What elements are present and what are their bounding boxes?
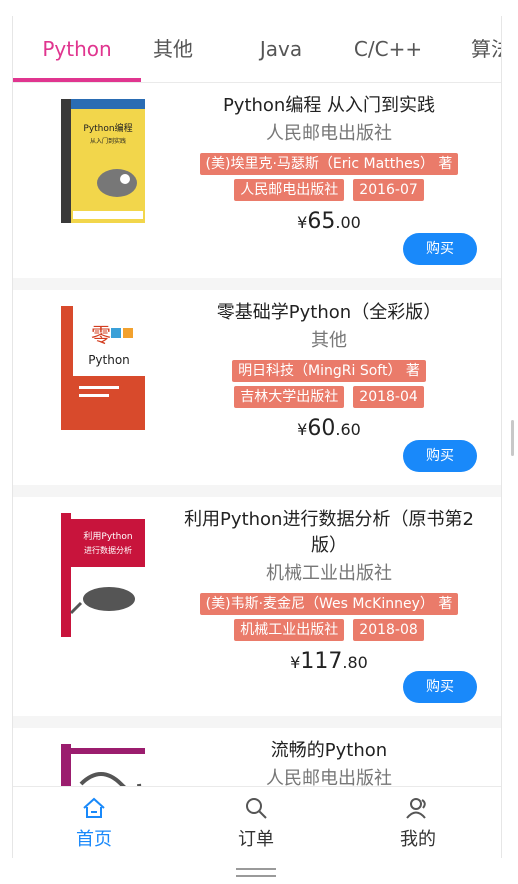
book-list[interactable]: Python编程 从入门到实践 Python编程 从入门到实践 人民邮电出版社 … [13,83,501,786]
app-frame: Python 其他 Java C/C++ 算法 Python编程 从入门到实践 [12,16,502,858]
svg-text:Python: Python [88,353,130,367]
nav-mine[interactable]: 我的 [337,787,499,858]
drag-handle-bottom[interactable] [236,875,276,877]
user-icon [406,798,426,819]
date-tag: 2018-08 [353,619,424,641]
book-cover-python-crash-course-icon: Python编程 从入门到实践 [61,99,145,223]
nav-mine-label: 我的 [400,829,436,850]
active-tab-indicator [13,78,141,82]
book-card: 利用Python 进行数据分析 利用Python进行数据分析（原书第2版） 机械… [13,497,501,716]
nav-orders[interactable]: 订单 [175,787,337,858]
book-publisher: 人民邮电出版社 [266,768,392,786]
tab-java[interactable]: Java [241,16,321,82]
author-tag: (美)韦斯·麦金尼（Wes McKinney） 著 [199,593,459,615]
drag-handle-top[interactable] [236,868,276,870]
tab-algorithm[interactable]: 算法 [471,16,501,82]
book-cover-python-data-analysis-icon: 利用Python 进行数据分析 [61,513,145,637]
tab-python[interactable]: Python [13,16,141,82]
author-tag: (美)埃里克·马瑟斯（Eric Matthes） 著 [199,153,459,175]
book-card: Python编程 从入门到实践 Python编程 从入门到实践 人民邮电出版社 … [13,83,501,278]
date-tag: 2018-04 [353,386,424,408]
svg-text:从入门到实践: 从入门到实践 [90,137,126,145]
buy-button[interactable]: 购买 [403,233,477,265]
publisher-tag: 人民邮电出版社 [234,179,345,201]
svg-text:利用Python: 利用Python [83,530,132,542]
tab-c-cpp[interactable]: C/C++ [343,16,433,82]
buy-button[interactable]: 购买 [403,440,477,472]
book-cover-image[interactable]: 零 Python [37,302,169,434]
nav-home-label: 首页 [76,829,112,850]
buy-button[interactable]: 购买 [403,671,477,703]
book-title: 流畅的Python [270,740,388,761]
book-card: 零 Python 零基础学Python（全彩版） 其他 明日科技（MingRi … [13,290,501,485]
home-icon [83,797,105,818]
book-cover-fluent-python-icon [61,744,145,786]
book-title: 利用Python进行数据分析（原书第2版） [184,509,474,556]
category-tabs: Python 其他 Java C/C++ 算法 [13,16,501,83]
book-publisher: 机械工业出版社 [266,563,392,584]
date-tag: 2016-07 [353,179,424,201]
book-publisher: 其他 [311,330,347,351]
book-publisher: 人民邮电出版社 [266,123,392,144]
book-tags: (美)埃里克·马瑟斯（Eric Matthes） 著 人民邮电出版社 2016-… [177,151,481,203]
publisher-tag: 吉林大学出版社 [234,386,345,408]
author-tag: 明日科技（MingRi Soft） 著 [232,360,426,382]
svg-text:零: 零 [91,323,111,347]
book-cover-image[interactable]: Python编程 从入门到实践 [37,95,169,227]
book-tags: 明日科技（MingRi Soft） 著 吉林大学出版社 2018-04 [177,358,481,410]
bottom-nav: 首页 订单 我的 [13,786,501,858]
search-icon [246,798,267,819]
book-cover-image[interactable] [37,740,169,786]
book-card: 流畅的Python 人民邮电出版社 [13,728,501,786]
book-title: Python编程 从入门到实践 [222,95,436,116]
publisher-tag: 机械工业出版社 [234,619,345,641]
nav-orders-label: 订单 [238,829,274,850]
book-cover-image[interactable]: 利用Python 进行数据分析 [37,509,169,641]
book-title: 零基础学Python（全彩版） [216,302,442,323]
scrollbar[interactable] [511,420,514,456]
nav-home[interactable]: 首页 [13,787,175,858]
book-tags: (美)韦斯·麦金尼（Wes McKinney） 著 机械工业出版社 2018-0… [177,591,481,643]
svg-text:进行数据分析: 进行数据分析 [84,545,132,555]
book-cover-zero-basics-python-icon: 零 Python [61,306,145,430]
tab-other[interactable]: 其他 [141,16,205,82]
svg-text:Python编程: Python编程 [83,122,132,134]
